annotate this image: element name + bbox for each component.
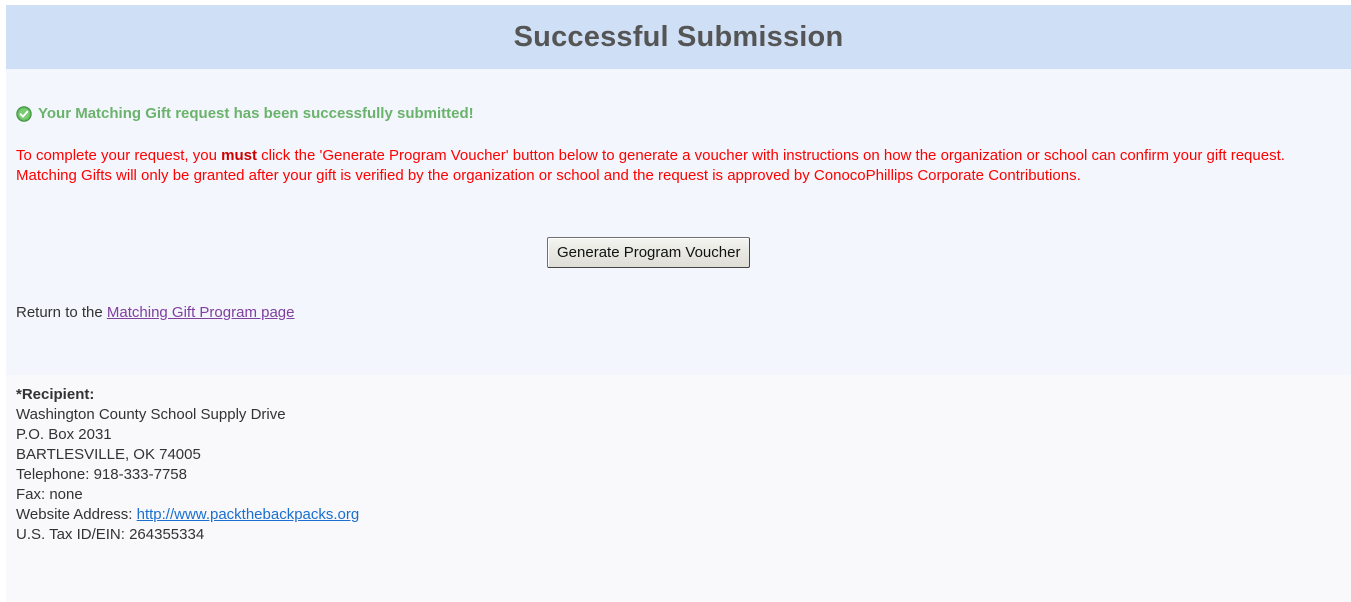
recipient-name: Washington County School Supply Drive	[16, 406, 286, 423]
submission-notice: To complete your request, you must click…	[16, 146, 1342, 186]
check-circle-icon	[16, 105, 32, 122]
page-header: Successful Submission	[6, 5, 1351, 69]
recipient-address: P.O. Box 2031	[16, 426, 112, 443]
recipient-telephone: Telephone: 918-333-7758	[16, 466, 187, 483]
recipient-tax-id: U.S. Tax ID/EIN: 264355334	[16, 526, 205, 543]
matching-gift-program-link[interactable]: Matching Gift Program page	[107, 304, 295, 321]
generate-program-voucher-button[interactable]: Generate Program Voucher	[547, 237, 751, 268]
notice-emphasis: must	[221, 147, 257, 164]
success-message: Your Matching Gift request has been succ…	[16, 105, 474, 122]
recipient-city: BARTLESVILLE, OK 74005	[16, 446, 201, 463]
page: Successful Submission Your Matching Gift…	[0, 0, 1351, 602]
page-title: Successful Submission	[513, 20, 844, 53]
recipient-website: Website Address: http://www.packthebackp…	[16, 505, 359, 525]
website-link[interactable]: http://www.packthebackpacks.org	[137, 506, 360, 523]
main-content: Your Matching Gift request has been succ…	[6, 69, 1351, 375]
recipient-details: *Recipient: Washington County School Sup…	[16, 385, 359, 545]
website-label: Website Address:	[16, 506, 137, 523]
recipient-label: *Recipient:	[16, 386, 95, 403]
recipient-section: *Recipient: Washington County School Sup…	[6, 375, 1351, 602]
recipient-fax: Fax: none	[16, 486, 83, 503]
notice-text-start: To complete your request, you	[16, 147, 222, 164]
return-line: Return to the Matching Gift Program page	[16, 304, 294, 321]
return-text: Return to the	[16, 304, 107, 321]
success-message-text: Your Matching Gift request has been succ…	[38, 105, 474, 122]
